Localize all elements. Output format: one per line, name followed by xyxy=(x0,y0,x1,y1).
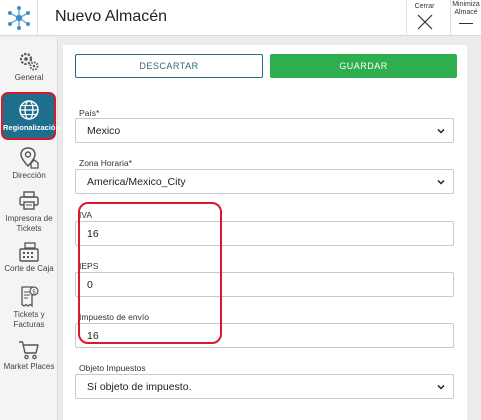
chevron-down-icon xyxy=(437,128,445,134)
sidebar-item-impresora[interactable]: Impresora de Tickets xyxy=(0,191,58,234)
iva-input[interactable]: 16 xyxy=(75,221,454,246)
sidebar-item-label-line2: Tickets xyxy=(16,224,42,233)
country-select[interactable]: Mexico xyxy=(75,118,454,143)
page-title: Nuevo Almacén xyxy=(55,8,168,25)
country-label: País* xyxy=(79,108,100,118)
discard-button[interactable]: DESCARTAR xyxy=(75,54,263,78)
iva-label: IVA xyxy=(79,210,93,220)
ieps-value: 0 xyxy=(87,278,93,291)
country-value: Mexico xyxy=(87,124,121,137)
app-logo[interactable] xyxy=(0,0,38,36)
sidebar-item-label: Market Places xyxy=(3,362,55,371)
sidebar-item-label: Dirección xyxy=(12,171,46,180)
sidebar-item-label-line1: Impresora de xyxy=(5,214,53,223)
printer-icon xyxy=(19,191,39,210)
shipping-tax-value: 16 xyxy=(87,329,99,342)
sidebar-item-label: Regionalización xyxy=(3,123,61,132)
ieps-label: IEPS xyxy=(79,261,99,271)
chevron-down-icon xyxy=(437,384,445,390)
minimize-icon xyxy=(459,23,473,24)
minimize-button[interactable]: Minimiza Almacé xyxy=(450,0,481,36)
iva-value: 16 xyxy=(87,227,99,240)
sidebar-item-label-line2: Facturas xyxy=(13,320,45,329)
sidebar-item-market-places[interactable]: Market Places xyxy=(0,340,58,372)
tax-object-select[interactable]: Sí objeto de impuesto. xyxy=(75,374,454,399)
sidebar: General Regionalización Dirección Impres… xyxy=(0,37,61,420)
tax-object-label: Objeto Impuestos xyxy=(79,363,146,373)
invoice-icon: $ xyxy=(21,286,39,308)
close-icon xyxy=(417,14,432,30)
sidebar-item-label-line1: Tickets y xyxy=(13,310,45,319)
close-label: Cerrar xyxy=(414,3,435,10)
minimize-label-line1: Minimiza xyxy=(452,1,480,8)
gears-icon xyxy=(19,52,39,71)
sidebar-item-direccion[interactable]: Dirección xyxy=(0,147,58,181)
top-bar: Nuevo Almacén Cerrar Minimiza Almacé xyxy=(0,0,481,36)
sidebar-item-corte-caja[interactable]: Corte de Caja xyxy=(0,242,58,274)
form-panel: DESCARTAR GUARDAR País* Mexico Zona Hora… xyxy=(63,45,467,420)
timezone-label: Zona Horaria* xyxy=(79,158,132,168)
sidebar-item-regionalizacion[interactable]: Regionalización xyxy=(1,92,61,140)
close-button[interactable]: Cerrar xyxy=(406,0,442,36)
ieps-input[interactable]: 0 xyxy=(75,272,454,297)
shipping-tax-label: Impuesto de envío xyxy=(79,312,149,322)
save-button[interactable]: GUARDAR xyxy=(270,54,457,78)
cart-icon xyxy=(19,341,39,360)
minimize-label-line2: Almacé xyxy=(454,9,478,16)
globe-icon xyxy=(18,100,39,120)
sidebar-item-tickets-facturas[interactable]: $ Tickets y Facturas xyxy=(0,286,58,330)
network-logo-icon xyxy=(7,6,30,30)
shipping-tax-input[interactable]: 16 xyxy=(75,323,454,348)
svg-text:$: $ xyxy=(32,288,36,295)
sidebar-item-label: Corte de Caja xyxy=(4,264,54,273)
cash-register-icon xyxy=(19,242,39,262)
tax-object-value: Sí objeto de impuesto. xyxy=(87,380,192,393)
chevron-down-icon xyxy=(437,179,445,185)
location-icon xyxy=(20,147,39,169)
timezone-value: America/Mexico_City xyxy=(87,175,186,188)
sidebar-item-general[interactable]: General xyxy=(0,51,58,83)
sidebar-item-label: General xyxy=(14,73,44,82)
timezone-select[interactable]: America/Mexico_City xyxy=(75,169,454,194)
